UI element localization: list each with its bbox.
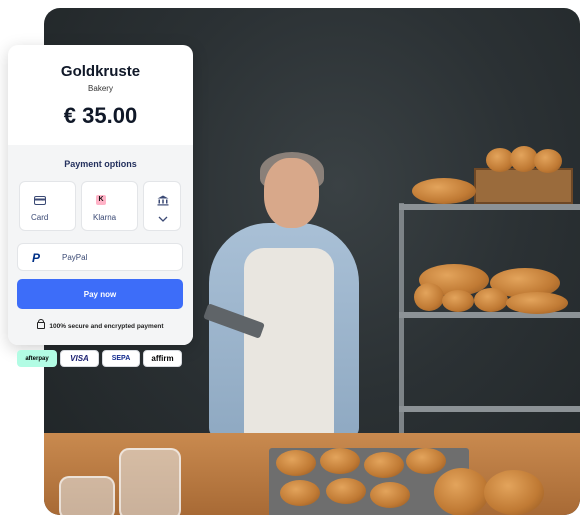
baker-face <box>264 158 319 228</box>
lock-icon <box>37 319 46 329</box>
croissant <box>280 480 320 506</box>
shelf-frame <box>399 203 580 433</box>
chevron-down-icon <box>158 216 168 222</box>
visa-badge: VISA <box>60 350 99 367</box>
payment-options-title: Payment options <box>64 159 137 169</box>
shelf <box>399 406 580 412</box>
merchant-name: Goldkruste <box>60 63 141 80</box>
afterpay-badge: afterpay <box>17 350 57 367</box>
secure-payment-text: 100% secure and encrypted payment <box>49 323 164 330</box>
secure-payment-note: 100% secure and encrypted payment <box>8 319 193 330</box>
bread-loaf <box>484 470 544 515</box>
bread-loaf <box>534 149 562 173</box>
bread-loaf <box>474 288 508 312</box>
payment-option-klarna[interactable]: K Klarna <box>81 181 138 231</box>
bread-loaf <box>412 178 476 204</box>
payment-option-more[interactable] <box>143 181 181 231</box>
croissant <box>320 448 360 474</box>
payment-amount: € 35.00 <box>63 103 138 128</box>
shelf <box>399 204 580 210</box>
payment-option-klarna-label: Klarna <box>93 213 117 222</box>
merchant-category: Bakery <box>88 84 113 93</box>
croissant <box>326 478 366 504</box>
bread-loaf <box>506 292 568 314</box>
payment-option-card-label: Card <box>31 213 49 222</box>
payment-option-card[interactable]: Card <box>19 181 76 231</box>
bread-loaf <box>434 468 489 515</box>
glass-jar <box>59 476 115 515</box>
bread-loaf <box>442 290 474 312</box>
bank-icon <box>157 195 169 206</box>
croissant <box>370 482 410 508</box>
paypal-label: PayPal <box>62 253 88 262</box>
bread-crate <box>474 168 573 204</box>
croissant <box>406 448 446 474</box>
baker-apron <box>244 248 334 438</box>
sepa-badge: SEPA <box>102 350 140 367</box>
klarna-icon: K <box>96 195 106 205</box>
merchant-header: Goldkruste Bakery € 35.00 <box>8 45 193 145</box>
payment-card: Goldkruste Bakery € 35.00 Payment option… <box>8 45 193 345</box>
payment-option-paypal[interactable]: P PayPal <box>17 243 183 271</box>
glass-jar <box>119 448 181 515</box>
croissant <box>276 450 316 476</box>
bread-loaf <box>414 283 444 311</box>
shelf <box>399 312 580 318</box>
croissant <box>364 452 404 478</box>
pay-now-button[interactable]: Pay now <box>17 279 183 309</box>
paypal-icon: P <box>32 251 41 265</box>
payment-options-panel: Payment options Card K Klarna P PayPal P… <box>8 145 193 345</box>
card-icon <box>34 196 46 205</box>
affirm-badge: affirm <box>143 350 182 367</box>
